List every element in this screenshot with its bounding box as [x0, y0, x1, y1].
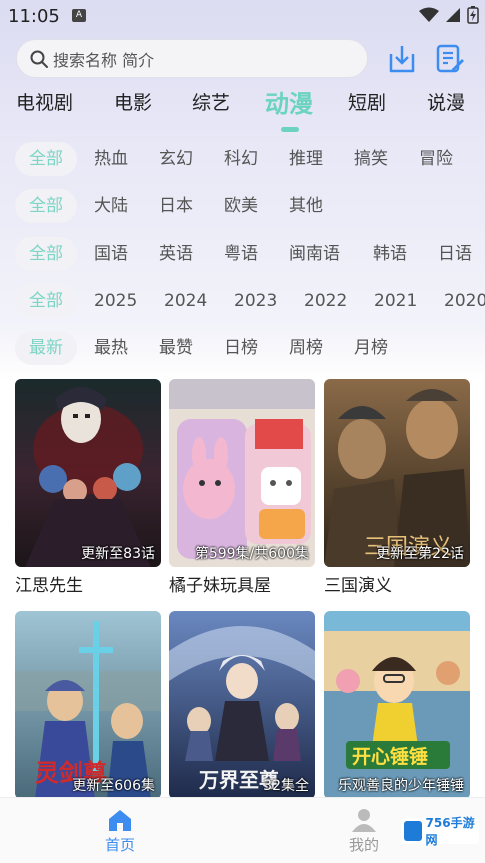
filter-row-region: 全部 大陆 日本 欧美 其他 [0, 189, 485, 223]
nav-mine[interactable]: 我的 [334, 808, 394, 855]
filter-region-item[interactable]: 日本 [159, 189, 193, 223]
filter-sort-latest[interactable]: 最新 [15, 331, 77, 365]
filter-sort-item[interactable]: 月榜 [354, 331, 388, 365]
bottom-nav: 首页 我的 756手游网 [0, 797, 485, 863]
nav-home[interactable]: 首页 [90, 808, 150, 855]
status-bar: 11:05 A [0, 0, 485, 32]
filter-row-genre: 全部 热血 玄幻 科幻 推理 搞笑 冒险 [0, 142, 485, 176]
filter-year-item[interactable]: 2021 [374, 284, 417, 318]
filter-sort-item[interactable]: 最赞 [159, 331, 193, 365]
history-list-icon[interactable] [435, 42, 465, 74]
video-card[interactable]: 万界至尊 32集全 [169, 611, 315, 799]
poster-image: 三国演义 更新至第22话 [324, 379, 470, 567]
poster-image: 更新至83话 [15, 379, 161, 567]
nav-mine-label: 我的 [348, 836, 379, 854]
filter-sort-item[interactable]: 日榜 [224, 331, 258, 365]
active-tab-indicator [281, 127, 299, 132]
filter-row-year: 全部 2025 2024 2023 2022 2021 2020 [0, 284, 485, 318]
status-icons [419, 6, 479, 24]
poster-image: 万界至尊 32集全 [169, 611, 315, 799]
episode-badge: 更新至606集 [72, 778, 155, 794]
filter-language-item[interactable]: 国语 [94, 237, 128, 271]
episode-badge: 第599集/共600集 [194, 546, 309, 562]
filter-region-item[interactable]: 欧美 [224, 189, 258, 223]
video-card[interactable]: 更新至83话 江思先生 [15, 379, 161, 596]
search-input[interactable]: 搜索名称 简介 [16, 39, 368, 78]
filter-year-item[interactable]: 2022 [304, 284, 347, 318]
filter-language-item[interactable]: 英语 [159, 237, 193, 271]
video-title: 三国演义 [324, 576, 392, 596]
filter-year-item[interactable]: 2020 [444, 284, 485, 318]
episode-badge: 乐观善良的少年锤锤 [338, 778, 464, 794]
search-placeholder: 搜索名称 简介 [53, 50, 155, 70]
filter-year-item[interactable]: 2023 [234, 284, 277, 318]
tab-movie[interactable]: 电影 [114, 88, 152, 115]
filter-sort-item[interactable]: 周榜 [289, 331, 323, 365]
watermark: 756手游网 [401, 816, 479, 847]
user-icon [352, 809, 376, 832]
filter-sort-item[interactable]: 最热 [94, 331, 128, 365]
wifi-icon [419, 7, 439, 22]
category-tabs: 电视剧 电影 综艺 动漫 短剧 说漫 [0, 88, 485, 128]
tab-comic[interactable]: 说漫 [427, 88, 465, 115]
filter-year-item[interactable]: 2025 [94, 284, 137, 318]
episode-badge: 更新至83话 [81, 546, 155, 562]
filter-genre-all[interactable]: 全部 [15, 142, 77, 176]
filter-language-all[interactable]: 全部 [15, 237, 77, 271]
filter-language-item[interactable]: 粤语 [224, 237, 258, 271]
watermark-logo-icon [404, 821, 422, 841]
filter-genre-item[interactable]: 推理 [289, 142, 323, 176]
notification-icon: A [72, 9, 86, 22]
filter-region-item[interactable]: 其他 [289, 189, 323, 223]
poster-image: 第599集/共600集 [169, 379, 315, 567]
search-icon [30, 50, 48, 68]
poster-image: 灵剑尊 更新至606集 [15, 611, 161, 799]
filter-year-all[interactable]: 全部 [15, 284, 77, 318]
episode-badge: 更新至第22话 [376, 546, 464, 562]
nav-home-label: 首页 [104, 836, 135, 854]
video-card[interactable]: 开心锤锤 乐观善良的少年锤锤 [324, 611, 470, 799]
poster-image: 开心锤锤 乐观善良的少年锤锤 [324, 611, 470, 799]
watermark-text: 756手游网 [425, 816, 475, 847]
tab-anime[interactable]: 动漫 [265, 84, 313, 119]
filter-language-item[interactable]: 闽南语 [289, 237, 340, 271]
video-card[interactable]: 三国演义 更新至第22话 三国演义 [324, 379, 470, 596]
video-card[interactable]: 第599集/共600集 橘子妹玩具屋 [169, 379, 315, 596]
filter-year-item[interactable]: 2024 [164, 284, 207, 318]
poster-logo: 开心锤锤 [352, 745, 428, 768]
filter-language-item[interactable]: 韩语 [373, 237, 407, 271]
tab-short[interactable]: 短剧 [348, 88, 386, 115]
download-icon[interactable] [387, 42, 417, 74]
filter-genre-item[interactable]: 搞笑 [354, 142, 388, 176]
filter-region-item[interactable]: 大陆 [94, 189, 128, 223]
filter-row-language: 全部 国语 英语 粤语 闽南语 韩语 日语 [0, 237, 485, 271]
video-title: 橘子妹玩具屋 [169, 576, 271, 596]
tab-tv[interactable]: 电视剧 [16, 88, 73, 115]
home-icon [109, 810, 131, 831]
episode-badge: 32集全 [263, 778, 309, 794]
filter-genre-item[interactable]: 科幻 [224, 142, 258, 176]
filter-language-item[interactable]: 日语 [438, 237, 472, 271]
filter-genre-item[interactable]: 冒险 [419, 142, 453, 176]
filter-genre-item[interactable]: 玄幻 [159, 142, 193, 176]
battery-icon [467, 6, 479, 24]
filter-genre-item[interactable]: 热血 [94, 142, 128, 176]
tab-variety[interactable]: 综艺 [192, 88, 230, 115]
signal-icon [446, 8, 460, 22]
filter-region-all[interactable]: 全部 [15, 189, 77, 223]
video-card[interactable]: 灵剑尊 更新至606集 [15, 611, 161, 799]
video-title: 江思先生 [15, 576, 83, 596]
status-time: 11:05 [8, 6, 60, 27]
filter-row-sort: 最新 最热 最赞 日榜 周榜 月榜 [0, 331, 485, 365]
